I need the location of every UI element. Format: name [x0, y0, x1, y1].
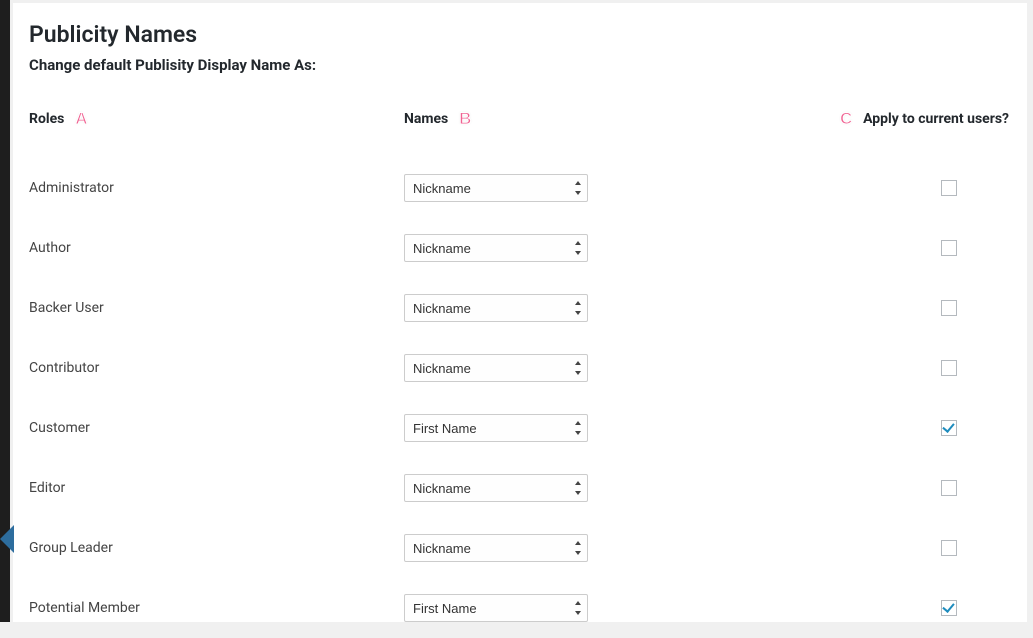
name-select[interactable]: NicknameFirst Name	[404, 474, 588, 502]
name-select-wrap: NicknameFirst Name	[404, 474, 588, 502]
names-cell: NicknameFirst Name	[404, 354, 814, 382]
table-row: EditorNicknameFirst Name	[29, 458, 1017, 518]
header-apply-cell: C Apply to current users?	[814, 108, 1017, 130]
name-select[interactable]: NicknameFirst Name	[404, 354, 588, 382]
names-cell: NicknameFirst Name	[404, 294, 814, 322]
name-select-wrap: NicknameFirst Name	[404, 594, 588, 622]
apply-cell	[814, 360, 1017, 376]
name-select-wrap: NicknameFirst Name	[404, 174, 588, 202]
table-row: Backer UserNicknameFirst Name	[29, 278, 1017, 338]
name-select[interactable]: NicknameFirst Name	[404, 534, 588, 562]
role-label: Potential Member	[29, 600, 404, 616]
apply-checkbox[interactable]	[941, 360, 957, 376]
names-cell: NicknameFirst Name	[404, 234, 814, 262]
name-select-wrap: NicknameFirst Name	[404, 534, 588, 562]
table-row: AuthorNicknameFirst Name	[29, 218, 1017, 278]
annotation-badge-b: B	[454, 108, 476, 130]
annotation-badge-c: C	[835, 108, 857, 130]
name-select[interactable]: NicknameFirst Name	[404, 594, 588, 622]
role-label: Group Leader	[29, 540, 404, 556]
page-title: Publicity Names	[29, 21, 1017, 48]
header-roles-label: Roles	[29, 111, 64, 127]
table-row: CustomerNicknameFirst Name	[29, 398, 1017, 458]
table-row: ContributorNicknameFirst Name	[29, 338, 1017, 398]
header-names-cell: Names B	[404, 108, 814, 130]
settings-panel: Publicity Names Change default Publisity…	[13, 3, 1027, 622]
name-select[interactable]: NicknameFirst Name	[404, 414, 588, 442]
role-label: Backer User	[29, 300, 404, 316]
table-row: Potential MemberNicknameFirst Name	[29, 578, 1017, 638]
apply-checkbox[interactable]	[941, 300, 957, 316]
apply-cell	[814, 420, 1017, 436]
role-label: Administrator	[29, 180, 404, 196]
admin-sidebar-edge	[0, 0, 10, 622]
name-select-wrap: NicknameFirst Name	[404, 234, 588, 262]
names-cell: NicknameFirst Name	[404, 534, 814, 562]
apply-cell	[814, 240, 1017, 256]
roles-table-body: AdministratorNicknameFirst NameAuthorNic…	[29, 158, 1017, 638]
name-select[interactable]: NicknameFirst Name	[404, 174, 588, 202]
apply-checkbox[interactable]	[941, 420, 957, 436]
name-select-wrap: NicknameFirst Name	[404, 354, 588, 382]
role-label: Contributor	[29, 360, 404, 376]
role-label: Editor	[29, 480, 404, 496]
table-header-row: Roles A Names B C Apply to current users…	[29, 108, 1017, 130]
role-label: Customer	[29, 420, 404, 436]
apply-checkbox[interactable]	[941, 240, 957, 256]
apply-cell	[814, 300, 1017, 316]
names-cell: NicknameFirst Name	[404, 474, 814, 502]
annotation-badge-a: A	[70, 108, 92, 130]
name-select[interactable]: NicknameFirst Name	[404, 294, 588, 322]
table-row: AdministratorNicknameFirst Name	[29, 158, 1017, 218]
apply-cell	[814, 180, 1017, 196]
name-select-wrap: NicknameFirst Name	[404, 414, 588, 442]
apply-checkbox[interactable]	[941, 540, 957, 556]
apply-checkbox[interactable]	[941, 480, 957, 496]
name-select-wrap: NicknameFirst Name	[404, 294, 588, 322]
page-subtitle: Change default Publisity Display Name As…	[29, 56, 1017, 74]
header-roles-cell: Roles A	[29, 108, 404, 130]
header-names-label: Names	[404, 111, 448, 127]
role-label: Author	[29, 240, 404, 256]
names-cell: NicknameFirst Name	[404, 594, 814, 622]
name-select[interactable]: NicknameFirst Name	[404, 234, 588, 262]
apply-cell	[814, 540, 1017, 556]
header-apply-label: Apply to current users?	[863, 111, 1009, 127]
apply-checkbox[interactable]	[941, 180, 957, 196]
apply-cell	[814, 480, 1017, 496]
apply-cell	[814, 600, 1017, 616]
apply-checkbox[interactable]	[941, 600, 957, 616]
table-row: Group LeaderNicknameFirst Name	[29, 518, 1017, 578]
names-cell: NicknameFirst Name	[404, 174, 814, 202]
names-cell: NicknameFirst Name	[404, 414, 814, 442]
